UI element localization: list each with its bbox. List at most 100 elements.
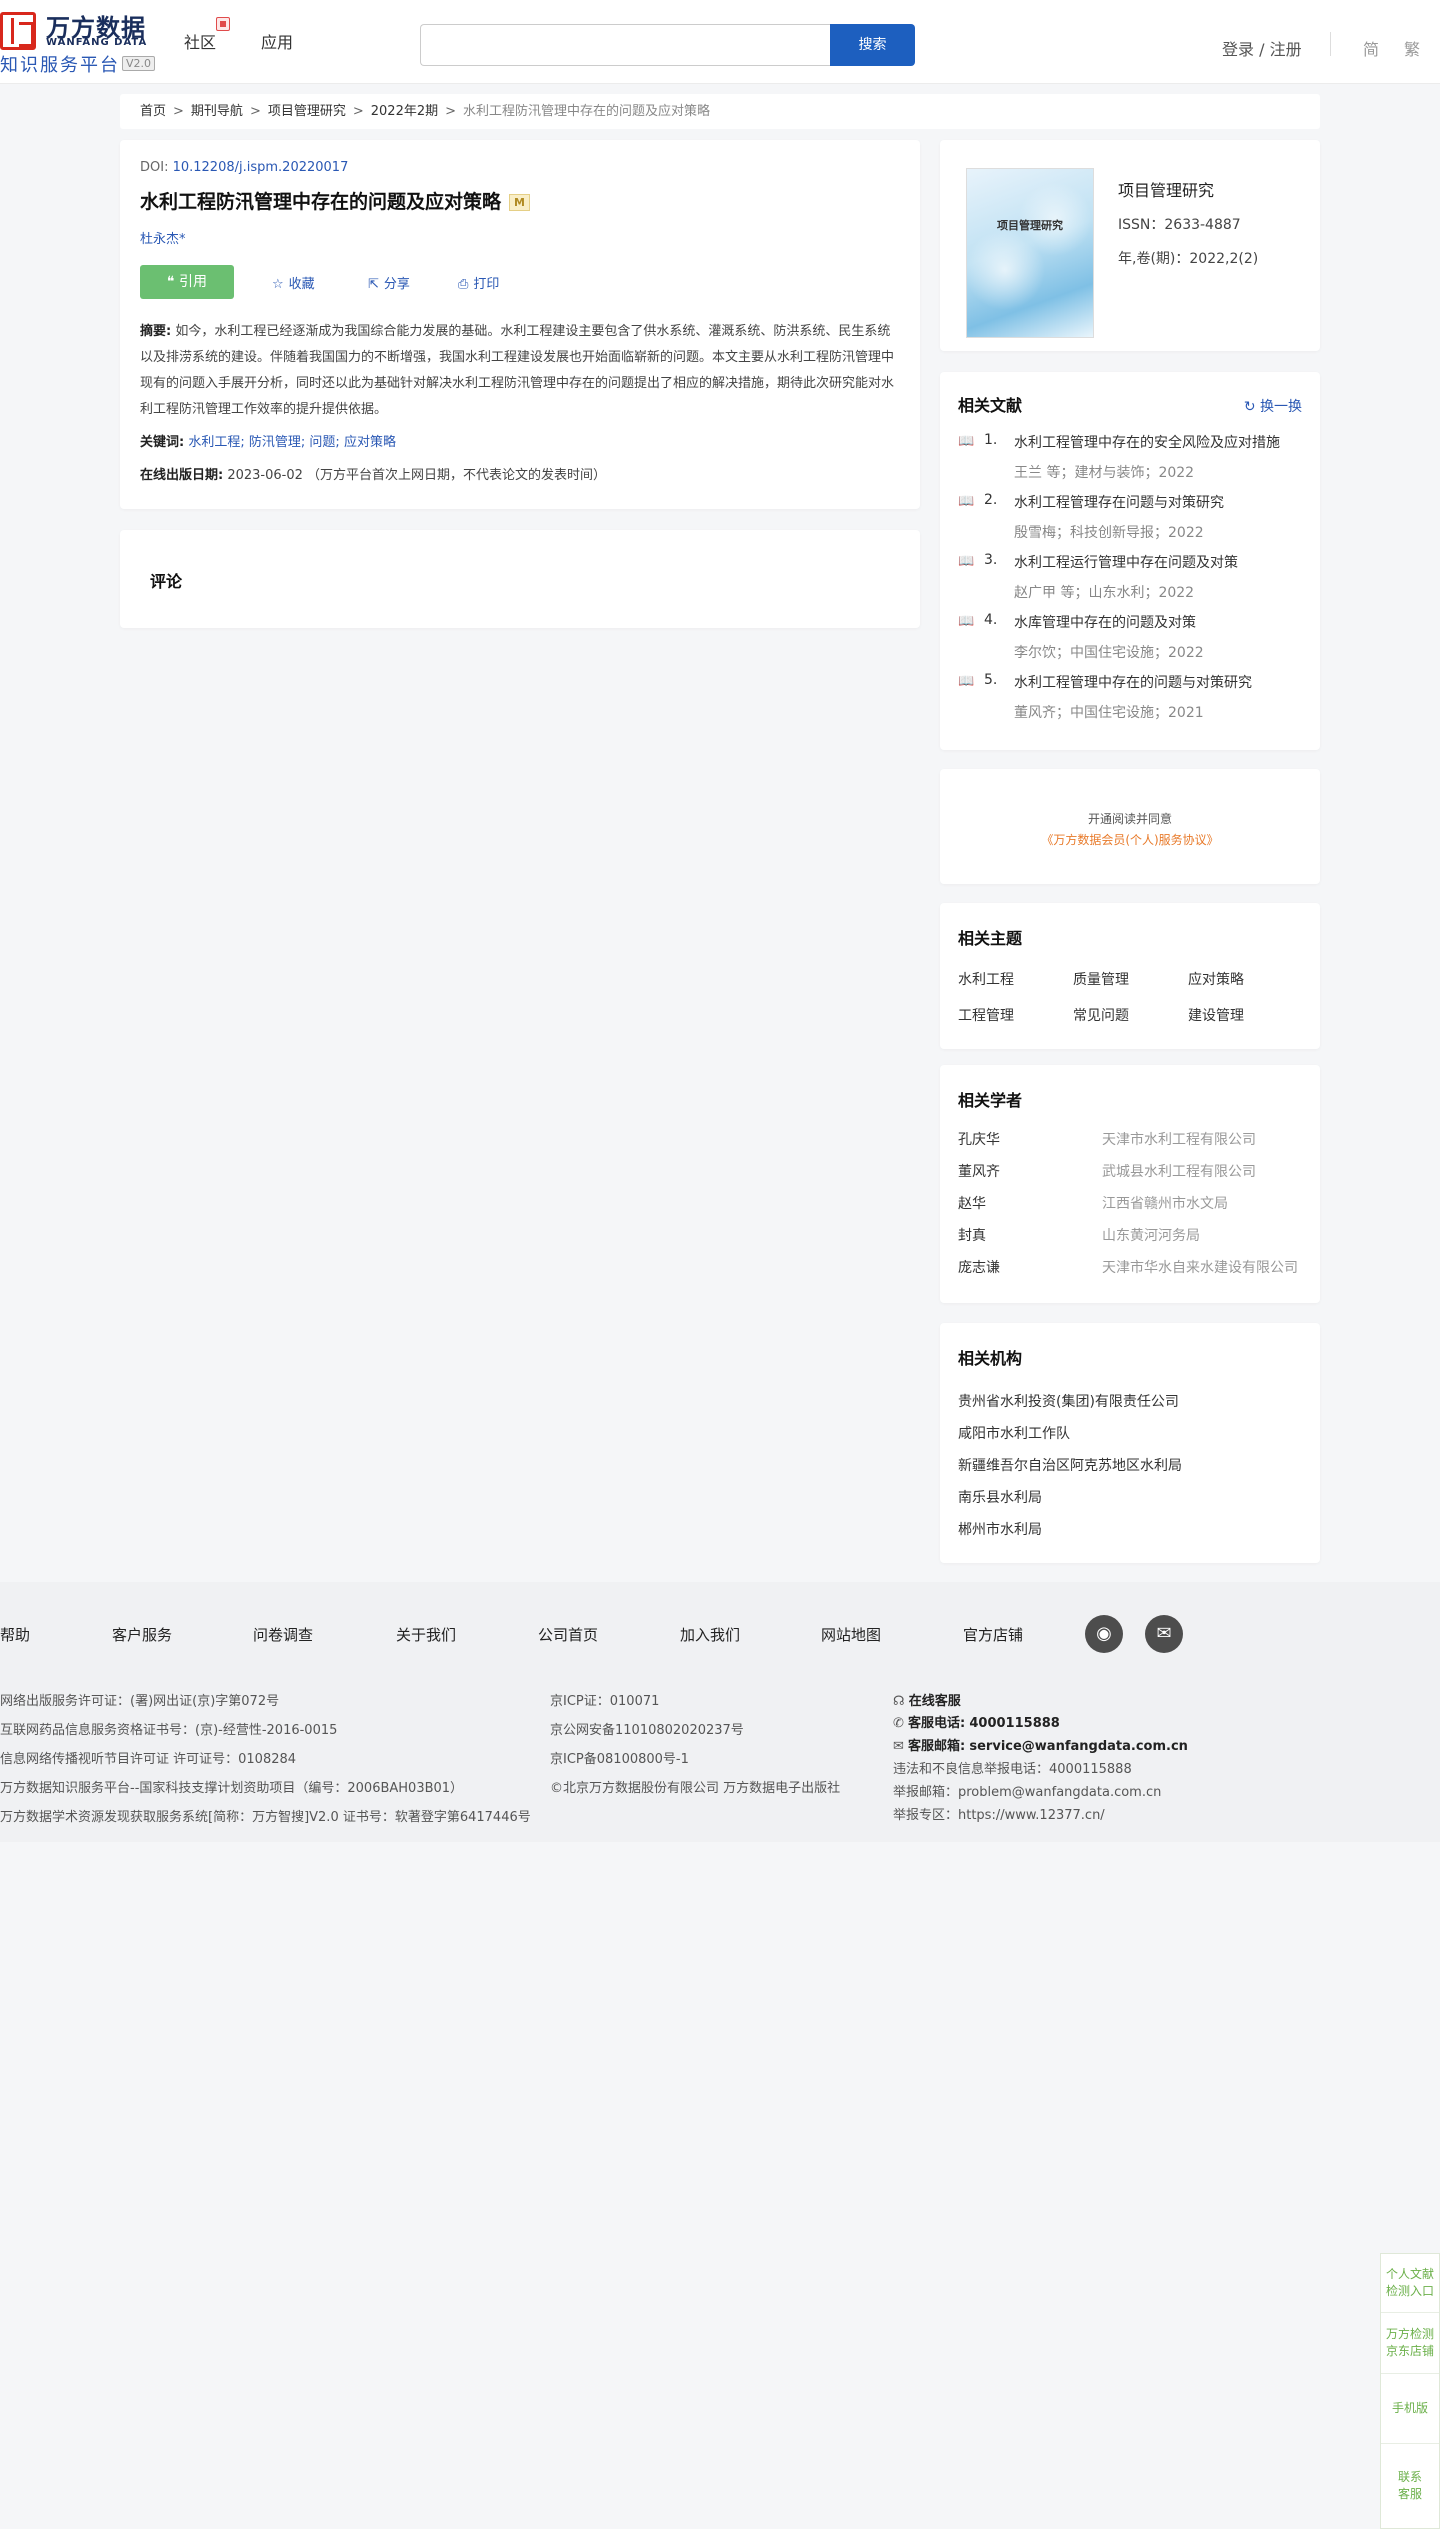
scholar-row: 孔庆华 天津市水利工程有限公司	[958, 1129, 1302, 1161]
scholar-name[interactable]: 孔庆华	[958, 1129, 1000, 1149]
doi-link[interactable]: 10.12208/j.ispm.20220017	[173, 160, 349, 175]
scholar-org[interactable]: 武城县水利工程有限公司	[1102, 1161, 1256, 1181]
keyword-link[interactable]: 问题	[309, 435, 335, 450]
org-link[interactable]: 贵州省水利投资(集团)有限责任公司	[958, 1391, 1302, 1423]
scholar-name[interactable]: 董风齐	[958, 1161, 1000, 1181]
refresh-button[interactable]: ↻ 换一换	[1244, 396, 1302, 416]
related-doc-title[interactable]: 水利工程管理存在问题与对策研究	[1014, 492, 1224, 512]
scholar-org[interactable]: 天津市水利工程有限公司	[1102, 1129, 1256, 1149]
journal-cover[interactable]: 项目管理研究	[966, 168, 1094, 338]
footer-nav-about[interactable]: 关于我们	[396, 1624, 456, 1645]
org-link[interactable]: 郴州市水利局	[958, 1519, 1302, 1551]
footer-nav-join[interactable]: 加入我们	[680, 1624, 740, 1645]
topic-link[interactable]: 水利工程	[958, 969, 1073, 989]
related-doc-item: 📖 4. 水库管理中存在的问题及对策 李尔饮；中国住宅设施；2022	[958, 610, 1302, 670]
related-doc-number: 2.	[984, 492, 998, 508]
print-button[interactable]: ⎙ 打印	[458, 273, 499, 292]
agreement-link[interactable]: 《万方数据会员(个人)服务协议》	[940, 831, 1320, 848]
report-email: 举报邮箱：problem@wanfangdata.com.cn	[893, 1785, 1162, 1800]
org-link[interactable]: 新疆维吾尔自治区阿克苏地区水利局	[958, 1455, 1302, 1487]
keyword-link[interactable]: 应对策略	[344, 435, 396, 450]
share-button[interactable]: ⇱ 分享	[368, 273, 410, 292]
quote-icon: ❝	[167, 274, 179, 290]
related-doc-item: 📖 5. 水利工程管理中存在的问题与对策研究 董风齐；中国住宅设施；2021	[958, 670, 1302, 730]
report-site[interactable]: 举报专区：https://www.12377.cn/	[893, 1804, 1105, 1823]
sidebar-jd-store[interactable]: 万方检测京东店铺	[1381, 2313, 1439, 2374]
phone-line: ✆ 客服电话: 4000115888	[893, 1712, 1060, 1731]
license-line: 信息网络传播视听节目许可证 许可证号：0108284	[0, 1752, 297, 1767]
online-service-link[interactable]: ☊ 在线客服	[893, 1690, 961, 1709]
scholar-row: 董风齐 武城县水利工程有限公司	[958, 1161, 1302, 1193]
topics-grid: 水利工程 质量管理 应对策略 工程管理 常见问题 建设管理	[958, 969, 1302, 1025]
collect-label: 收藏	[288, 277, 315, 292]
scholar-row: 赵华 江西省赣州市水文局	[958, 1193, 1302, 1225]
breadcrumb-issue[interactable]: 2022年2期	[371, 104, 438, 119]
journal-name[interactable]: 项目管理研究	[1118, 177, 1214, 201]
cite-button[interactable]: ❝ 引用	[140, 265, 234, 299]
footer-nav-service[interactable]: 客户服务	[112, 1624, 172, 1645]
breadcrumb-journals[interactable]: 期刊导航	[191, 104, 243, 119]
topic-link[interactable]: 质量管理	[1073, 969, 1188, 989]
wanfang-logo[interactable]: 万方数据 WANFANG DATA 知识服务平台 V2.0	[0, 6, 160, 76]
scholar-org[interactable]: 山东黄河河务局	[1102, 1225, 1200, 1245]
footer-nav-sitemap[interactable]: 网站地图	[821, 1624, 881, 1645]
scholar-org[interactable]: 江西省赣州市水文局	[1102, 1193, 1228, 1213]
footer: 帮助 客户服务 问卷调查 关于我们 公司首页 加入我们 网站地图 官方店铺 ◉ …	[0, 1582, 1440, 1842]
scholars-card: 相关学者 孔庆华 天津市水利工程有限公司 董风齐 武城县水利工程有限公司 赵华 江西省…	[940, 1065, 1320, 1303]
topic-link[interactable]: 建设管理	[1188, 1005, 1303, 1025]
keywords-line: 关键词: 水利工程; 防汛管理; 问题; 应对策略	[140, 431, 900, 450]
top-header: 万方数据 WANFANG DATA 知识服务平台 V2.0 社区 应用 搜索 登…	[0, 0, 1440, 84]
sidebar-plagiarism-check[interactable]: 个人文献检测入口	[1381, 2254, 1439, 2313]
login-register-link[interactable]: 登录 / 注册	[1222, 36, 1302, 60]
related-doc-title[interactable]: 水库管理中存在的问题及对策	[1014, 612, 1196, 632]
footer-nav-help[interactable]: 帮助	[0, 1624, 30, 1645]
breadcrumb-current: 水利工程防汛管理中存在的问题及应对策略	[463, 104, 711, 119]
org-link[interactable]: 咸阳市水利工作队	[958, 1423, 1302, 1455]
scholar-name[interactable]: 庞志谦	[958, 1257, 1000, 1277]
book-icon: 📖	[958, 554, 975, 569]
scholar-name[interactable]: 赵华	[958, 1193, 986, 1213]
topic-link[interactable]: 工程管理	[958, 1005, 1073, 1025]
collect-button[interactable]: ☆ 收藏	[272, 273, 315, 292]
author-link[interactable]: 杜永杰*	[140, 228, 900, 247]
related-doc-item: 📖 1. 水利工程管理中存在的安全风险及应对措施 王兰 等；建材与装饰；2022	[958, 430, 1302, 490]
scholars-list: 孔庆华 天津市水利工程有限公司 董风齐 武城县水利工程有限公司 赵华 江西省赣州市水文…	[958, 1129, 1302, 1289]
online-service-label: 在线客服	[908, 1694, 961, 1709]
sidebar-mobile[interactable]: 手机版	[1381, 2374, 1439, 2444]
nav-community[interactable]: 社区	[184, 29, 216, 53]
lang-simplified[interactable]: 简	[1363, 36, 1379, 60]
wechat-icon[interactable]: ✉	[1145, 1615, 1183, 1653]
footer-nav-home[interactable]: 公司首页	[538, 1624, 598, 1645]
search-input[interactable]	[420, 24, 830, 66]
related-doc-meta: 王兰 等；建材与装饰；2022	[1014, 465, 1195, 481]
org-link[interactable]: 南乐县水利局	[958, 1487, 1302, 1519]
related-doc-title[interactable]: 水利工程管理中存在的问题与对策研究	[1014, 672, 1252, 692]
weibo-icon[interactable]: ◉	[1085, 1615, 1123, 1653]
date-note: （万方平台首次上网日期，不代表论文的发表时间）	[307, 468, 607, 483]
footer-nav-store[interactable]: 官方店铺	[963, 1624, 1023, 1645]
footer-nav-survey[interactable]: 问卷调查	[253, 1624, 313, 1645]
topic-link[interactable]: 应对策略	[1188, 969, 1303, 989]
related-doc-meta: 殷雪梅；科技创新导报；2022	[1014, 525, 1204, 541]
related-doc-title[interactable]: 水利工程运行管理中存在问题及对策	[1014, 552, 1238, 572]
report-phone: 违法和不良信息举报电话：4000115888	[893, 1762, 1132, 1777]
lang-traditional[interactable]: 繁	[1404, 36, 1420, 60]
membership-card: 开通阅读并同意 《万方数据会员(个人)服务协议》	[940, 769, 1320, 884]
email-address: service@wanfangdata.com.cn	[969, 1739, 1188, 1754]
related-doc-title[interactable]: 水利工程管理中存在的安全风险及应对措施	[1014, 432, 1280, 452]
breadcrumb-home[interactable]: 首页	[140, 104, 166, 119]
keyword-link[interactable]: 防汛管理	[249, 435, 301, 450]
keyword-link[interactable]: 水利工程	[188, 435, 240, 450]
scholar-name[interactable]: 封真	[958, 1225, 986, 1245]
scholars-title: 相关学者	[958, 1091, 1023, 1110]
breadcrumb-separator: >	[173, 104, 184, 119]
nav-app[interactable]: 应用	[261, 29, 293, 53]
sidebar-contact[interactable]: 联系客服	[1381, 2444, 1439, 2528]
topic-link[interactable]: 常见问题	[1073, 1005, 1188, 1025]
scholar-org[interactable]: 天津市华水自来水建设有限公司	[1102, 1257, 1298, 1277]
search-button[interactable]: 搜索	[830, 24, 915, 66]
email-label: 客服邮箱:	[908, 1739, 966, 1754]
breadcrumb-journal[interactable]: 项目管理研究	[268, 104, 346, 119]
keyword-separator: ;	[240, 435, 249, 450]
doi-label: DOI:	[140, 160, 173, 175]
